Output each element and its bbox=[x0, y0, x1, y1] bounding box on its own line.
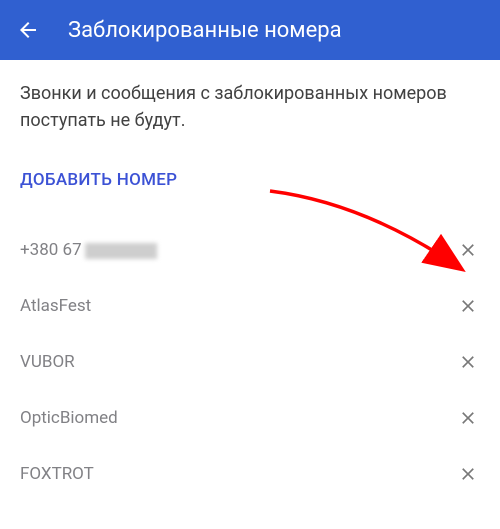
list-item: OpticBiomed bbox=[20, 390, 480, 446]
add-number-button[interactable]: ДОБАВИТЬ НОМЕР bbox=[20, 170, 177, 190]
list-item: +380 67 bbox=[20, 222, 480, 278]
blocked-number-label: FOXTROT bbox=[20, 464, 94, 484]
list-item: VUBOR bbox=[20, 334, 480, 390]
censored-digits bbox=[85, 243, 157, 259]
blocked-number-label: AtlasFest bbox=[20, 296, 91, 316]
remove-icon[interactable] bbox=[456, 294, 480, 318]
remove-icon[interactable] bbox=[456, 350, 480, 374]
blocked-numbers-list: +380 67 AtlasFest VUBOR OpticBiomed bbox=[20, 222, 480, 502]
content-area: Звонки и сообщения с заблокированных ном… bbox=[0, 60, 500, 522]
list-item: AtlasFest bbox=[20, 278, 480, 334]
blocked-number-label: OpticBiomed bbox=[20, 408, 118, 428]
list-item: FOXTROT bbox=[20, 446, 480, 502]
remove-icon[interactable] bbox=[456, 238, 480, 262]
remove-icon[interactable] bbox=[456, 406, 480, 430]
page-title: Заблокированные номера bbox=[68, 18, 342, 43]
remove-icon[interactable] bbox=[456, 462, 480, 486]
back-arrow-icon[interactable] bbox=[16, 18, 40, 42]
blocked-number-label: +380 67 bbox=[20, 240, 157, 260]
description-text: Звонки и сообщения с заблокированных ном… bbox=[20, 80, 480, 134]
app-header: Заблокированные номера bbox=[0, 0, 500, 60]
blocked-number-label: VUBOR bbox=[20, 352, 75, 372]
